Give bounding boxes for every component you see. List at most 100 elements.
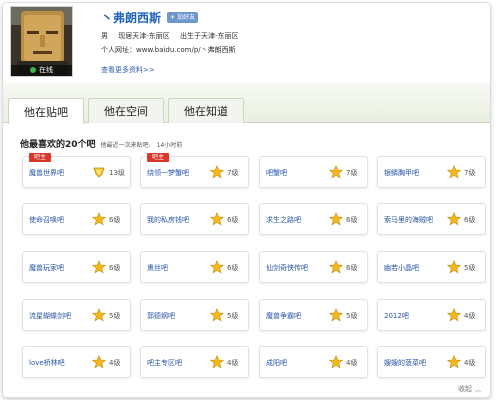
star-icon bbox=[446, 212, 462, 226]
chevron-up-icon: ︿ bbox=[475, 386, 482, 394]
bar-item[interactable]: love桥林吧 4级 bbox=[22, 346, 131, 378]
star-icon bbox=[446, 165, 462, 179]
bar-name[interactable]: 求生之路吧 bbox=[266, 204, 301, 236]
bar-item[interactable]: 魔兽争霸吧 5级 bbox=[259, 299, 368, 331]
bar-item[interactable]: 吧主专区吧 4级 bbox=[140, 346, 249, 378]
star-icon bbox=[328, 260, 344, 274]
bar-name[interactable]: 魔兽争霸吧 bbox=[266, 300, 301, 332]
bar-item[interactable]: 2012吧 4级 bbox=[377, 299, 486, 331]
bar-name[interactable]: 嫂嫂的菠菜吧 bbox=[384, 347, 426, 379]
bar-level: 4级 bbox=[464, 312, 476, 320]
homepage-url[interactable]: www.baidu.com/p/丶弗朗西斯 bbox=[136, 46, 236, 54]
bar-level: 6级 bbox=[109, 264, 121, 272]
tab-space[interactable]: 他在空间 bbox=[88, 98, 164, 123]
bar-item[interactable]: 使命召唤吧 6级 bbox=[22, 203, 131, 235]
bar-level: 7级 bbox=[464, 169, 476, 177]
tab-bar: 他在贴吧 他在空间 他在知道 bbox=[3, 83, 490, 124]
star-icon bbox=[328, 165, 344, 179]
star-icon bbox=[209, 212, 225, 226]
location: 现居天津-东丽区 bbox=[118, 32, 170, 40]
bar-level: 7级 bbox=[346, 169, 358, 177]
star-icon bbox=[209, 308, 225, 322]
bar-item[interactable]: 我的私房钱吧 6级 bbox=[140, 203, 249, 235]
bar-name[interactable]: 郭德纲吧 bbox=[147, 300, 175, 332]
bar-name[interactable]: 我的私房钱吧 bbox=[147, 204, 189, 236]
bar-item[interactable]: 索马里的海贼吧 6级 bbox=[377, 203, 486, 235]
section-header: 他最喜欢的20个吧 他最近一次来贴吧: 14小时前 bbox=[20, 137, 182, 150]
last-visit-label: 他最近一次来贴吧: bbox=[100, 142, 151, 149]
online-status: 在线 bbox=[11, 65, 72, 76]
bar-item[interactable]: 嫂嫂的菠菜吧 4级 bbox=[377, 346, 486, 378]
collapse-button[interactable]: 收起 ︿ bbox=[458, 384, 481, 394]
bar-name[interactable]: 仙剑奇侠传吧 bbox=[266, 252, 308, 284]
bar-level: 6级 bbox=[227, 216, 239, 224]
bar-name[interactable]: 吧蟹吧 bbox=[266, 157, 287, 189]
star-icon bbox=[209, 260, 225, 274]
bar-level: 4级 bbox=[464, 359, 476, 367]
avatar[interactable]: 在线 bbox=[10, 6, 73, 77]
bar-name[interactable]: love桥林吧 bbox=[29, 347, 65, 379]
bar-name[interactable]: 魔兽玩家吧 bbox=[29, 252, 64, 284]
bar-level: 4级 bbox=[109, 359, 121, 367]
bar-name[interactable]: 幽若小晶吧 bbox=[384, 252, 419, 284]
name-row: 丶弗朗西斯 + 加好友 bbox=[101, 9, 199, 26]
bar-name[interactable]: 熏丝吧 bbox=[147, 252, 168, 284]
bar-name[interactable]: 流星蝴蝶剑吧 bbox=[29, 300, 71, 332]
profile-basic-info: 男 现居天津-东丽区 出生于天津-东丽区 bbox=[101, 31, 247, 41]
star-icon bbox=[209, 165, 225, 179]
bar-item[interactable]: 熏丝吧 6级 bbox=[140, 251, 249, 283]
bar-item[interactable]: 幽若小晶吧 5级 bbox=[377, 251, 486, 283]
bar-level: 7级 bbox=[227, 169, 239, 177]
section-title: 他最喜欢的20个吧 bbox=[20, 140, 96, 150]
bar-item[interactable]: 绕领一梦蟹吧 7级 吧主 bbox=[140, 153, 249, 188]
star-icon bbox=[446, 260, 462, 274]
plus-icon: + bbox=[170, 13, 176, 21]
bar-item[interactable]: 吧蟹吧 7级 bbox=[259, 156, 368, 188]
bar-item[interactable]: 银鳞胸甲吧 7级 bbox=[377, 156, 486, 188]
bar-item[interactable]: 流星蝴蝶剑吧 5级 bbox=[22, 299, 131, 331]
bar-item[interactable]: 仙剑奇侠传吧 6级 bbox=[259, 251, 368, 283]
bar-level: 13级 bbox=[109, 169, 125, 177]
bar-name[interactable]: 银鳞胸甲吧 bbox=[384, 157, 419, 189]
bar-name[interactable]: 索马里的海贼吧 bbox=[384, 204, 433, 236]
last-visit-value: 14小时前 bbox=[156, 142, 183, 149]
star-icon bbox=[328, 212, 344, 226]
bar-name[interactable]: 成阳吧 bbox=[266, 347, 287, 379]
bar-level: 6级 bbox=[464, 216, 476, 224]
bar-level: 6级 bbox=[346, 264, 358, 272]
homepage-row: 个人网址：www.baidu.com/p/丶弗朗西斯 bbox=[101, 45, 244, 55]
birthplace: 出生于天津-东丽区 bbox=[180, 32, 239, 40]
star-icon bbox=[328, 308, 344, 322]
bar-level: 5级 bbox=[464, 264, 476, 272]
owner-badge: 吧主 bbox=[29, 153, 52, 162]
bar-name[interactable]: 使命召唤吧 bbox=[29, 204, 64, 236]
bar-name[interactable]: 吧主专区吧 bbox=[147, 347, 182, 379]
profile-name[interactable]: 丶弗朗西斯 bbox=[101, 9, 161, 26]
bar-level: 5级 bbox=[346, 312, 358, 320]
bar-item[interactable]: 魔兽世界吧 13级 吧主 bbox=[22, 153, 131, 188]
tab-tieba[interactable]: 他在贴吧 bbox=[8, 98, 84, 124]
star-icon bbox=[446, 355, 462, 369]
bar-item[interactable]: 求生之路吧 6级 bbox=[259, 203, 368, 235]
bar-level: 6级 bbox=[109, 216, 121, 224]
bar-level: 5级 bbox=[227, 312, 239, 320]
tab-zhidao[interactable]: 他在知道 bbox=[168, 98, 244, 123]
owner-badge: 吧主 bbox=[147, 153, 170, 162]
bar-item[interactable]: 成阳吧 4级 bbox=[259, 346, 368, 378]
bar-level: 6级 bbox=[346, 216, 358, 224]
more-info-link[interactable]: 查看更多资料>> bbox=[101, 65, 155, 75]
bar-level: 4级 bbox=[227, 359, 239, 367]
star-icon bbox=[91, 260, 107, 274]
add-friend-button[interactable]: + 加好友 bbox=[167, 11, 199, 23]
bar-item[interactable]: 魔兽玩家吧 6级 bbox=[22, 251, 131, 283]
bar-item[interactable]: 郭德纲吧 5级 bbox=[140, 299, 249, 331]
gold-medal-icon bbox=[92, 165, 106, 179]
star-icon bbox=[446, 308, 462, 322]
star-icon bbox=[328, 355, 344, 369]
star-icon bbox=[209, 355, 225, 369]
bar-level: 4级 bbox=[346, 359, 358, 367]
bar-name[interactable]: 2012吧 bbox=[384, 300, 409, 332]
star-icon bbox=[91, 308, 107, 322]
star-icon bbox=[91, 355, 107, 369]
bar-level: 6级 bbox=[227, 264, 239, 272]
